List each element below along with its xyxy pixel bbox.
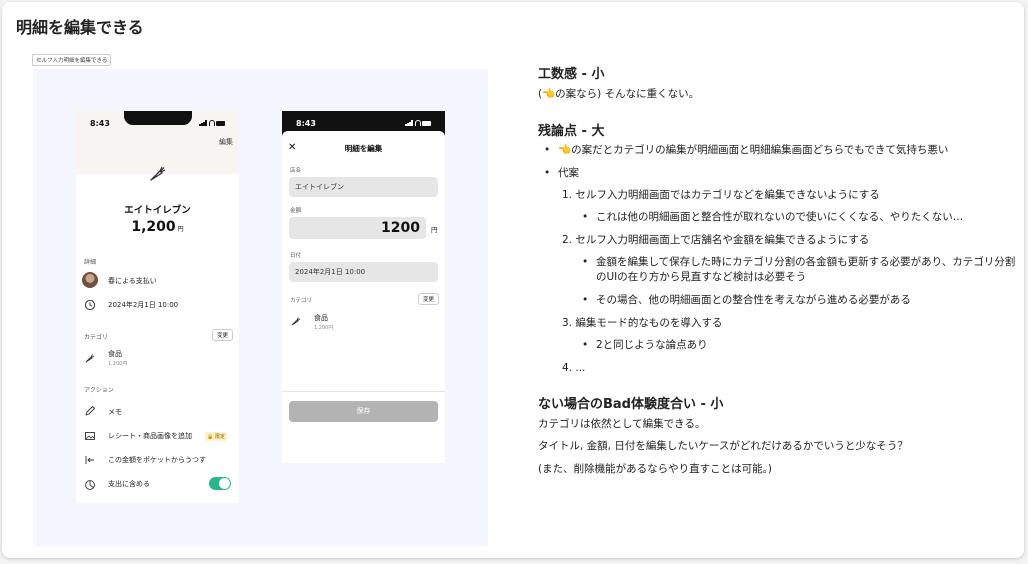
status-time: 8:43 (90, 119, 110, 128)
amount-field[interactable]: 1200 (289, 217, 426, 239)
category-section-label: カテゴリ (84, 334, 109, 341)
include-expense-toggle[interactable] (209, 477, 231, 490)
expense-icon (85, 480, 95, 490)
avatar (82, 272, 98, 288)
save-button[interactable]: 保存 (289, 401, 438, 422)
amount-value: 1,200 (131, 219, 176, 235)
edit-screen: 8:43 ✕ 明細を編集 店名 エイトイレブン 金額 1200 円 日付 202… (282, 111, 445, 463)
issue-item: 代案 (544, 166, 579, 181)
store-field[interactable]: エイトイレブン (289, 177, 438, 197)
store-name: エイトイレブン (124, 205, 191, 216)
status-time: 8:43 (296, 119, 316, 128)
issues-heading: 残論点 - 大 (538, 124, 605, 139)
status-icons (405, 120, 431, 126)
alt-sub-text: これは他の明細画面と整合性が取れないので使いにくくなる、やりたくない… (596, 211, 964, 223)
add-receipt-action[interactable]: レシート・商品画像を追加 (108, 431, 192, 441)
alt-sub-text: 2と同じような論点あり (596, 339, 708, 351)
battery-icon (216, 121, 225, 126)
bad-line: タイトル, 金額, 日付を編集したいケースがどれだけあるかでいうと少なそう？ (538, 440, 908, 452)
limited-badge: 🔒 限定 (205, 432, 227, 441)
alt-text: ... (575, 362, 586, 374)
alt-sub-text: その場合、他の明細画面との整合性を考えながら進める必要がある (596, 294, 911, 306)
alt-item-2: 2. セルフ入力明細画面上で店舗名や金額を編集できるようにする (562, 233, 869, 248)
alt-item-1: 1. セルフ入力明細画面ではカテゴリなどを編集できないようにする (562, 188, 880, 203)
content-card: 明細を編集できる セルフ入力明細を編集できる 8:43 編集 エイトイレブン 1… (2, 2, 1024, 558)
wifi-icon (415, 120, 421, 126)
image-icon (85, 432, 95, 440)
alt-sub-item: その場合、他の明細画面との整合性を考えながら進める必要がある (582, 293, 1024, 308)
alt-sub-item: これは他の明細画面と整合性が取れないので使いにくくなる、やりたくない… (582, 210, 1024, 225)
alt-text: セルフ入力明細画面ではカテゴリなどを編集できないようにする (575, 189, 880, 201)
category-name: 食品 (108, 350, 122, 358)
bad-line: カテゴリは依然として編集できる。 (538, 418, 706, 430)
signal-icon (199, 120, 207, 126)
category-change-button[interactable]: 変更 (417, 293, 439, 305)
category-label: カテゴリ (290, 298, 313, 304)
detail-screen: 8:43 編集 エイトイレブン 1,200 円 詳細 春による支払い 2024年2… (76, 111, 239, 503)
effort-text: (👈の案なら) そんなに重くない。 (538, 88, 700, 100)
status-icons (199, 120, 225, 126)
amount-yen: 円 (431, 226, 438, 234)
datetime-text: 2024年2月1日 10:00 (108, 301, 179, 309)
alt-text: セルフ入力明細画面上で店舗名や金額を編集できるようにする (575, 234, 870, 246)
issue-text: 代案 (558, 167, 579, 179)
amount-label: 金額 (290, 208, 302, 214)
edit-link[interactable]: 編集 (219, 137, 233, 147)
memo-action[interactable]: メモ (108, 407, 122, 417)
footer-divider (282, 391, 445, 392)
phone-notch (124, 111, 192, 125)
alt-number: 4. (562, 362, 573, 374)
alt-number: 2. (562, 234, 573, 246)
page-title: 明細を編集できる (16, 18, 144, 37)
alt-sub-text: 金額を編集して保存した時にカテゴリ分割の各金額も更新する必要があり、カテゴリ分割… (596, 256, 1016, 283)
category-name: 食品 (314, 314, 328, 322)
effort-heading: 工数感 - 小 (538, 67, 605, 82)
date-field[interactable]: 2024年2月1日 10:00 (289, 262, 438, 282)
amount-yen: 円 (177, 226, 184, 233)
category-amount: 1,200円 (314, 325, 334, 331)
carrot-icon (150, 166, 166, 181)
store-label: 店名 (290, 168, 302, 174)
bad-experience-heading: ない場合のBad体験度合い - 小 (538, 397, 724, 412)
alt-item-4: 4. ... (562, 361, 585, 376)
alt-sub-item: 金額を編集して保存した時にカテゴリ分割の各金額も更新する必要があり、カテゴリ分割… (582, 255, 1024, 285)
alt-text: 編集モード的なものを導入する (575, 317, 723, 329)
signal-icon (405, 120, 413, 126)
pencil-icon (85, 406, 95, 416)
alt-sub-item: 2と同じような論点あり (582, 338, 1024, 353)
amount-display: 1,200 円 (76, 219, 239, 235)
battery-icon (422, 121, 431, 126)
issue-item: 👈の案だとカテゴリの編集が明細画面と明細編集画面どちらでもできて気持ち悪い (544, 143, 949, 158)
bad-line: (また、削除機能があるならやり直すことは可能。) (538, 463, 772, 475)
frame-label[interactable]: セルフ入力明細を編集できる (32, 54, 112, 66)
date-label: 日付 (290, 253, 302, 259)
edit-sheet: ✕ 明細を編集 店名 エイトイレブン 金額 1200 円 日付 2024年2月1… (282, 131, 445, 463)
alt-number: 1. (562, 189, 573, 201)
detail-section-label: 詳細 (84, 259, 97, 266)
alt-number: 3. (562, 317, 573, 329)
move-pocket-action[interactable]: この金額をポケットからうつす (108, 455, 206, 465)
category-change-button[interactable]: 変更 (211, 329, 233, 341)
edit-title: 明細を編集 (344, 144, 383, 153)
carrot-icon (85, 354, 95, 363)
include-expense-label: 支出に含める (108, 480, 150, 488)
design-canvas[interactable]: 8:43 編集 エイトイレブン 1,200 円 詳細 春による支払い 2024年2… (33, 69, 488, 546)
carrot-icon (291, 317, 301, 326)
action-section-label: アクション (84, 387, 114, 394)
limited-badge-label: 限定 (214, 434, 225, 440)
clock-icon (84, 299, 96, 311)
category-amount: 1,200円 (108, 361, 128, 367)
wifi-icon (209, 120, 215, 126)
issue-text: 👈の案だとカテゴリの編集が明細画面と明細編集画面どちらでもできて気持ち悪い (558, 144, 949, 156)
payer-text: 春による支払い (108, 277, 157, 285)
transfer-icon (85, 456, 94, 464)
alt-item-3: 3. 編集モード的なものを導入する (562, 316, 722, 331)
